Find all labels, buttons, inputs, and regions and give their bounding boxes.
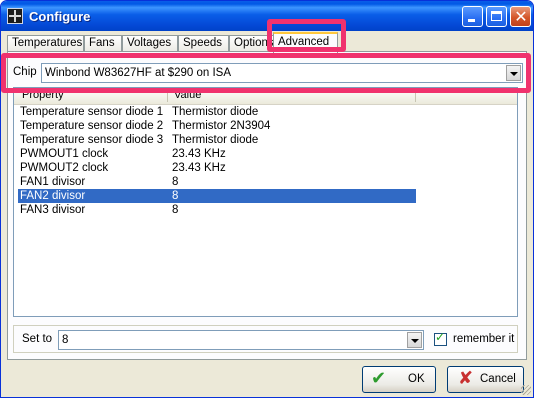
chip-dropdown-button[interactable] bbox=[506, 65, 521, 81]
maximize-button[interactable] bbox=[486, 6, 507, 27]
tab-options[interactable]: Options bbox=[229, 35, 277, 51]
check-icon: ✔ bbox=[371, 368, 387, 389]
row-property: Temperature sensor diode 1 bbox=[20, 106, 164, 118]
configure-window: Configure ✕ Temperatures Fans Voltages S… bbox=[0, 0, 534, 398]
tab-advanced[interactable]: Advanced bbox=[273, 32, 338, 53]
title-bar[interactable]: Configure ✕ bbox=[1, 1, 533, 31]
app-icon bbox=[7, 8, 23, 24]
row-value: 8 bbox=[172, 176, 179, 188]
table-row[interactable]: PWMOUT2 clock 23.43 KHz bbox=[18, 161, 416, 175]
close-icon: ✕ bbox=[514, 7, 528, 26]
table-row[interactable]: FAN3 divisor 8 bbox=[18, 203, 416, 217]
table-row[interactable]: FAN1 divisor 8 bbox=[18, 175, 416, 189]
remember-checkbox[interactable]: ✓ bbox=[434, 330, 447, 346]
tab-speeds[interactable]: Speeds bbox=[178, 35, 229, 51]
row-property: Temperature sensor diode 3 bbox=[20, 134, 164, 146]
row-property: FAN2 divisor bbox=[20, 190, 86, 202]
chevron-down-icon bbox=[411, 339, 419, 343]
row-property: FAN1 divisor bbox=[20, 176, 86, 188]
row-value: 8 bbox=[172, 204, 179, 216]
row-property: PWMOUT2 clock bbox=[20, 162, 109, 174]
table-row[interactable]: PWMOUT1 clock 23.43 KHz bbox=[18, 147, 416, 161]
tab-voltages[interactable]: Voltages bbox=[122, 35, 178, 51]
set-to-group: Set to 8 ✓ remember it bbox=[13, 325, 518, 353]
close-button[interactable]: ✕ bbox=[510, 6, 531, 27]
row-value: Thermistor diode bbox=[172, 134, 259, 146]
checkmark-icon: ✓ bbox=[435, 330, 446, 344]
row-property: PWMOUT1 clock bbox=[20, 148, 109, 160]
chip-select[interactable]: Winbond W83627HF at $290 on ISA bbox=[41, 63, 523, 83]
chip-label: Chip bbox=[13, 66, 37, 78]
chevron-down-icon bbox=[510, 72, 518, 76]
tab-temperatures[interactable]: Temperatures bbox=[7, 35, 84, 51]
set-to-label: Set to bbox=[22, 333, 53, 345]
tab-fans[interactable]: Fans bbox=[84, 35, 122, 51]
resize-grip[interactable] bbox=[521, 385, 531, 395]
row-property: FAN3 divisor bbox=[20, 204, 86, 216]
row-value: Thermistor diode bbox=[172, 106, 259, 118]
table-row[interactable]: Temperature sensor diode 1 Thermistor di… bbox=[18, 105, 416, 119]
row-value: 23.43 KHz bbox=[172, 162, 226, 174]
row-property: Temperature sensor diode 2 bbox=[20, 120, 164, 132]
minimize-button[interactable] bbox=[462, 6, 483, 27]
chip-row: Chip Winbond W83627HF at $290 on ISA bbox=[13, 63, 523, 83]
property-list[interactable]: Property Value Temperature sensor diode … bbox=[13, 87, 518, 317]
remember-label[interactable]: remember it bbox=[453, 333, 514, 345]
row-value: 23.43 KHz bbox=[172, 148, 226, 160]
list-header: Property Value bbox=[14, 88, 517, 105]
cross-icon: ✘ bbox=[458, 368, 474, 389]
column-divider[interactable] bbox=[415, 91, 416, 102]
maximize-icon bbox=[491, 11, 502, 21]
tab-strip: Temperatures Fans Voltages Speeds Option… bbox=[7, 32, 527, 53]
row-value: Thermistor 2N3904 bbox=[172, 120, 271, 132]
cancel-button[interactable]: ✘ Cancel bbox=[447, 366, 524, 393]
set-to-select[interactable]: 8 bbox=[58, 330, 424, 350]
table-row[interactable]: Temperature sensor diode 2 Thermistor 2N… bbox=[18, 119, 416, 133]
set-to-value: 8 bbox=[62, 334, 69, 346]
chip-value: Winbond W83627HF at $290 on ISA bbox=[45, 67, 232, 79]
ok-button[interactable]: ✔ OK bbox=[362, 366, 436, 393]
minimize-icon bbox=[468, 19, 475, 22]
table-row-selected[interactable]: FAN2 divisor 8 bbox=[18, 189, 416, 203]
column-header-property[interactable]: Property bbox=[22, 89, 64, 101]
column-header-value[interactable]: Value bbox=[174, 89, 201, 101]
row-value: 8 bbox=[172, 190, 179, 202]
column-divider[interactable] bbox=[167, 91, 168, 102]
cancel-label: Cancel bbox=[480, 373, 516, 385]
ok-label: OK bbox=[408, 373, 425, 385]
table-row[interactable]: Temperature sensor diode 3 Thermistor di… bbox=[18, 133, 416, 147]
window-title: Configure bbox=[29, 9, 91, 24]
set-to-dropdown-button[interactable] bbox=[407, 332, 422, 348]
